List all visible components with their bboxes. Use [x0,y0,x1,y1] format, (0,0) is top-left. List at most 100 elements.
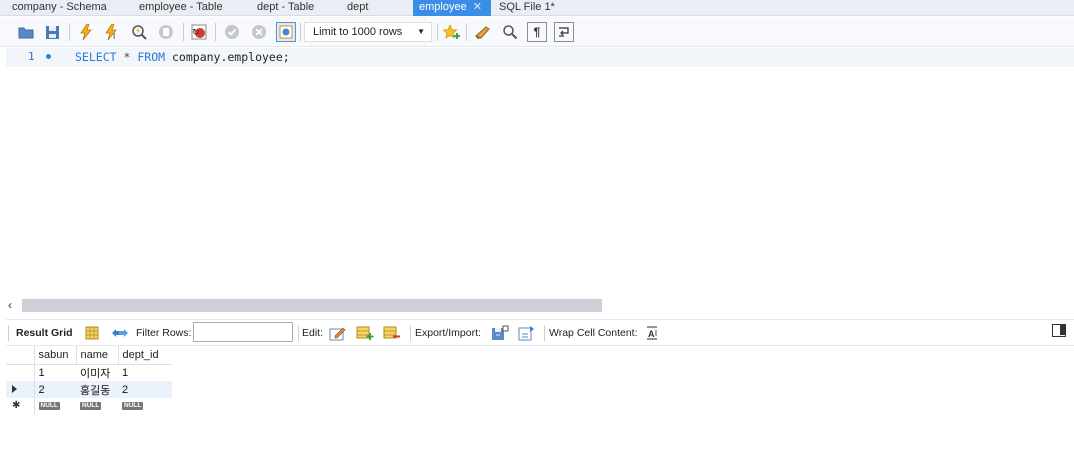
import-button[interactable] [517,323,537,343]
export-button[interactable] [490,323,510,343]
result-table: sabun name dept_id 1 이미자 1 2 홍길동 2 ✱ NUL… [6,346,172,415]
line-number: 1 [28,50,35,63]
toolbar-separator [215,23,216,41]
sql-editor[interactable]: 1 SELECT * FROM company.employee; [6,48,1074,297]
column-header-name[interactable]: name [76,346,119,365]
cell-sabun[interactable]: 2 [34,381,76,398]
filter-rows-input[interactable] [193,322,293,342]
tab-label: dept - Table [257,1,315,13]
refresh-button[interactable] [110,323,130,343]
editor-horizontal-scrollbar[interactable]: ‹ [4,297,1074,313]
table-row[interactable]: 1 이미자 1 [6,364,172,381]
beautify-button[interactable] [473,22,493,42]
query-toolbar: I ↻ Limit to 1000 rows ▼ ¶ [0,17,1074,47]
toolbar-separator [8,325,9,341]
cell-dept-id[interactable]: 1 [118,364,172,381]
sql-statement[interactable]: SELECT * FROM company.employee; [75,50,290,64]
add-snippet-button[interactable] [442,22,462,42]
explain-button[interactable] [129,22,149,42]
svg-text:↻: ↻ [192,27,200,37]
row-marker-header [6,346,35,365]
tab-label: company - Schema [12,1,107,13]
toolbar-separator [544,325,545,341]
stop-button[interactable] [156,22,176,42]
commit-button[interactable] [222,22,242,42]
edit-pencil-icon [329,327,346,341]
toolbar-separator [466,23,467,41]
delete-row-button[interactable] [382,323,402,343]
scroll-left-icon[interactable]: ‹ [8,298,12,312]
cell-dept-id[interactable]: 2 [118,381,172,398]
statement-marker-icon [46,54,51,59]
tab-label: employee [419,1,467,13]
editor-current-line: 1 SELECT * FROM company.employee; [6,48,1074,67]
search-icon [503,25,518,40]
column-header-dept-id[interactable]: dept_id [118,346,172,365]
null-badge: NULL [122,401,144,410]
invisible-chars-button[interactable]: ¶ [527,22,547,42]
find-button[interactable] [500,22,520,42]
close-icon[interactable]: ✕ [473,1,482,13]
rollback-button[interactable] [249,22,269,42]
edit-row-button[interactable] [328,323,348,343]
result-grid-tab[interactable]: Result Grid [16,327,73,339]
check-circle-icon [225,25,239,39]
tab-sql-file[interactable]: SQL File 1* [493,0,561,16]
column-header-sabun[interactable]: sabun [34,346,77,365]
insert-row-button[interactable] [355,323,375,343]
star-plus-icon [443,24,460,39]
null-badge: NULL [38,401,60,410]
toolbar-separator [300,23,301,41]
row-marker[interactable] [6,364,35,381]
scrollbar-thumb[interactable] [22,299,602,312]
toggle-error-button[interactable]: ↻ [189,22,209,42]
cell-name[interactable]: NULL [76,398,118,415]
table-header-row: sabun name dept_id [6,346,172,365]
error-stop-icon: ↻ [191,24,207,40]
filter-rows-label: Filter Rows: [136,327,192,339]
toolbar-separator [69,23,70,41]
open-folder-button[interactable] [16,22,36,42]
export-import-label: Export/Import: [415,327,481,339]
grid-view-button[interactable] [82,323,102,343]
cell-sabun[interactable]: 1 [34,364,76,381]
tab-dept[interactable]: dept [341,0,374,16]
wrap-lines-button[interactable] [554,22,574,42]
toolbar-separator [410,325,411,341]
wrap-cell-toggle[interactable]: A [642,323,662,343]
wrap-text-icon: A [647,326,657,340]
table-row[interactable]: 2 홍길동 2 [6,381,172,398]
row-marker[interactable]: ✱ [6,398,35,415]
row-marker[interactable] [6,381,35,398]
toolbar-separator [437,23,438,41]
tab-dept-table[interactable]: dept - Table [251,0,320,16]
cell-dept-id[interactable]: NULL [118,398,172,415]
execute-current-button[interactable]: I [102,22,122,42]
execute-button[interactable] [76,22,96,42]
save-button[interactable] [42,22,62,42]
save-icon [45,25,59,39]
export-icon [492,325,509,340]
tab-label: dept [347,1,369,13]
new-row[interactable]: ✱ NULL NULL NULL [6,398,172,415]
svg-text:I: I [113,32,115,40]
magnifier-lightning-icon [132,25,147,40]
cell-name[interactable]: 홍길동 [76,381,118,398]
sql-keyword-select: SELECT [75,50,117,64]
tab-employee-table[interactable]: employee - Table [133,0,229,16]
grid-icon [85,326,99,340]
pilcrow-icon: ¶ [533,25,541,39]
toggle-side-panel-icon[interactable] [1052,324,1066,337]
edit-label: Edit: [302,327,324,339]
cell-name[interactable]: 이미자 [76,364,118,381]
sql-star: * [123,50,131,64]
autocommit-toggle[interactable] [276,22,296,42]
tab-employee[interactable]: employee ✕ [413,0,491,16]
cell-sabun[interactable]: NULL [34,398,76,415]
folder-icon [18,27,34,39]
tab-company-schema[interactable]: company - Schema [6,0,113,16]
refresh-icon [112,329,128,337]
wrap-cell-content-label: Wrap Cell Content: [549,327,638,339]
limit-rows-value: Limit to 1000 rows [313,26,403,38]
limit-rows-select[interactable]: Limit to 1000 rows ▼ [304,22,432,42]
